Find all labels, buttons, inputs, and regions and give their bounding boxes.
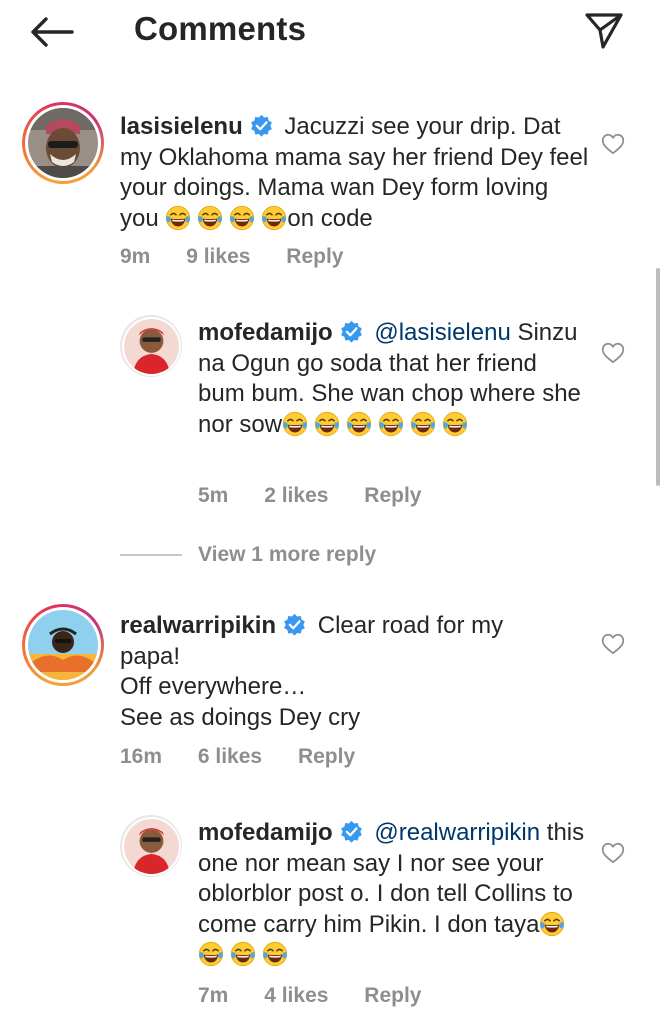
verified-badge-icon [282,612,307,637]
laughing-emoji-icon [346,411,372,437]
comment-time: 9m [120,245,151,268]
scrollbar[interactable] [656,268,660,486]
profile-photo [123,318,179,374]
laughing-emoji-icon [229,205,255,231]
avatar[interactable] [120,315,182,377]
comment-text: Off everywhere… [120,673,307,700]
profile-photo [28,108,98,178]
reply-button[interactable]: Reply [286,245,343,268]
heart-outline-icon[interactable] [600,131,626,157]
comment-username[interactable]: mofedamijo [198,819,333,846]
reply-button[interactable]: Reply [364,984,421,1007]
laughing-emoji-icon [230,941,256,967]
laughing-emoji-icon [314,411,340,437]
back-button[interactable] [28,12,76,52]
likes-count[interactable]: 6 likes [198,745,262,768]
avatar[interactable] [22,102,104,184]
comment-text-tail: on code [287,204,373,232]
laughing-emoji-icon [198,941,224,967]
laughing-emoji-icon [165,205,191,231]
comment-username[interactable]: mofedamijo [198,319,333,346]
avatar[interactable] [22,604,104,686]
laughing-emoji-icon [410,411,436,437]
comment-time: 7m [198,984,229,1007]
likes-count[interactable]: 4 likes [264,984,328,1007]
comment-text: papa! [120,642,181,670]
verified-badge-icon [339,319,364,344]
heart-outline-icon[interactable] [600,631,626,657]
verified-badge-icon [339,819,364,844]
emoji-group [165,205,287,232]
view-more-replies-label: View 1 more reply [198,543,377,566]
paper-plane-icon [585,13,623,49]
verified-badge-icon [249,113,274,138]
profile-photo [28,610,98,680]
reply-button[interactable]: Reply [298,745,355,768]
share-button[interactable] [580,8,628,54]
comments-screen: Comments lasisielenu Jacuzzi see your dr… [0,0,664,1023]
reply-button[interactable]: Reply [364,484,421,507]
mention-link[interactable]: @realwarripikin [374,819,540,846]
arrow-left-icon [31,17,74,47]
laughing-emoji-icon [539,911,565,937]
view-more-replies[interactable]: View 1 more reply [120,543,376,567]
comment-text: Clear road for my [317,612,504,639]
laughing-emoji-icon [442,411,468,437]
laughing-emoji-icon [197,205,223,231]
page-title: Comments [134,10,307,47]
profile-photo [123,818,179,874]
comment-username[interactable]: lasisielenu [120,113,243,140]
mention-link[interactable]: @lasisielenu [374,319,510,346]
avatar[interactable] [120,815,182,877]
likes-count[interactable]: 2 likes [264,484,328,507]
comment-username[interactable]: realwarripikin [120,612,276,639]
laughing-emoji-icon [378,411,404,437]
laughing-emoji-icon [261,205,287,231]
comment-time: 16m [120,745,163,768]
comment-time: 5m [198,484,229,507]
laughing-emoji-icon [262,941,288,967]
comment-text: See as doings Dey cry [120,703,361,731]
likes-count[interactable]: 9 likes [186,245,250,268]
top-bar: Comments [0,0,664,62]
laughing-emoji-icon [282,411,308,437]
divider-line [120,554,182,556]
heart-outline-icon[interactable] [600,340,626,366]
heart-outline-icon[interactable] [600,840,626,866]
